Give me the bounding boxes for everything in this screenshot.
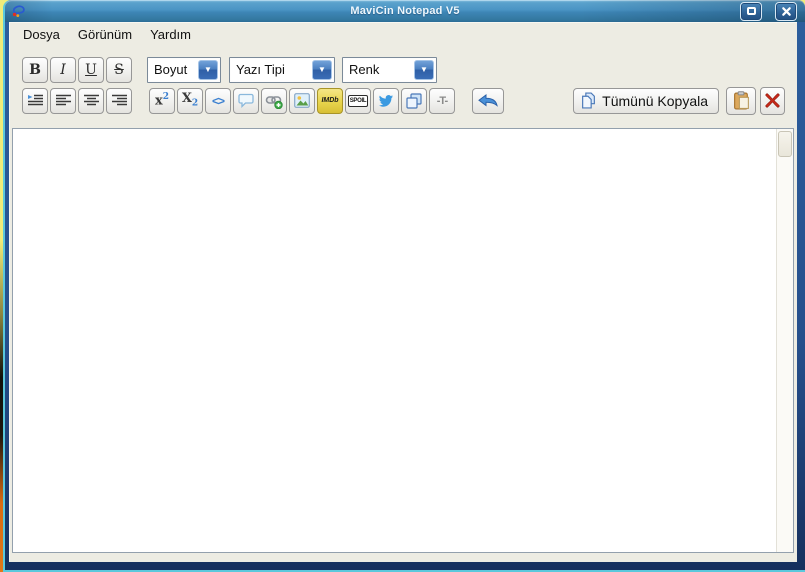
font-size-dropdown-button[interactable]: ▼ xyxy=(198,59,218,80)
menu-yardim[interactable]: Yardım xyxy=(141,24,200,45)
align-right-icon xyxy=(111,94,127,106)
back-arrow-icon xyxy=(478,93,498,107)
font-family-dropdown-button[interactable]: ▼ xyxy=(312,59,332,80)
vertical-scrollbar[interactable] xyxy=(776,129,793,552)
clear-all-button[interactable] xyxy=(760,86,785,115)
scrollbar-thumb[interactable] xyxy=(778,131,792,157)
insert-link-button[interactable] xyxy=(261,87,287,114)
link-icon xyxy=(265,95,283,109)
insert-image-button[interactable] xyxy=(289,87,315,114)
remove-format-icon: -T- xyxy=(436,94,448,107)
copy-pages-button[interactable] xyxy=(401,87,427,114)
quote-button[interactable] xyxy=(233,87,259,114)
format-toolbar: B I U S Boyut ▼ Yazı Tipi ▼ Renk ▼ xyxy=(9,56,797,83)
code-icon: <> xyxy=(211,93,225,108)
maximize-icon xyxy=(746,7,756,15)
window-body: Dosya Görünüm Yardım B I U S Boyut ▼ Yaz… xyxy=(9,22,797,562)
close-button[interactable] xyxy=(775,1,797,21)
code-button[interactable]: <> xyxy=(205,87,231,114)
font-size-value: Boyut xyxy=(154,62,188,77)
strikethrough-icon: S xyxy=(114,61,124,78)
align-center-icon xyxy=(83,94,99,106)
font-size-dropdown[interactable]: Boyut ▼ xyxy=(147,56,221,83)
insert-toolbar: x2 X2 <> IMDb SPOIL -T- Tümünü Kopyala xyxy=(9,86,797,115)
italic-button[interactable]: I xyxy=(50,56,76,83)
copy-pages-icon xyxy=(406,92,422,109)
maximize-button[interactable] xyxy=(740,1,762,21)
superscript-button[interactable]: x2 xyxy=(149,87,175,114)
font-color-dropdown[interactable]: Renk ▼ xyxy=(342,56,437,83)
imdb-button[interactable]: IMDb xyxy=(317,87,343,114)
undo-button[interactable] xyxy=(472,87,504,114)
image-icon xyxy=(294,93,310,108)
bold-icon: B xyxy=(29,61,41,78)
speech-bubble-icon xyxy=(238,93,254,108)
chevron-down-icon: ▼ xyxy=(318,64,326,74)
bold-button[interactable]: B xyxy=(22,56,48,83)
indent-icon xyxy=(27,94,43,106)
chevron-down-icon: ▼ xyxy=(420,64,428,74)
align-left-button[interactable] xyxy=(50,87,76,114)
align-left-icon xyxy=(55,94,71,106)
menu-gorunum[interactable]: Görünüm xyxy=(69,24,141,45)
close-icon xyxy=(781,6,791,16)
align-right-button[interactable] xyxy=(106,87,132,114)
subscript-button[interactable]: X2 xyxy=(177,87,203,114)
imdb-icon: IMDb xyxy=(321,97,339,104)
chevron-down-icon: ▼ xyxy=(204,64,212,74)
font-family-value: Yazı Tipi xyxy=(236,62,285,77)
clipboard-paste-icon xyxy=(733,91,749,110)
copy-all-label: Tümünü Kopyala xyxy=(602,92,708,109)
window-title: MaviCin Notepad V5 xyxy=(350,5,460,17)
editor-container xyxy=(12,128,794,553)
strikethrough-button[interactable]: S xyxy=(106,56,132,83)
copy-all-button[interactable]: Tümünü Kopyala xyxy=(573,87,719,114)
spoiler-icon: SPOIL xyxy=(347,94,369,107)
twitter-bird-icon xyxy=(378,94,393,107)
menu-dosya[interactable]: Dosya xyxy=(14,24,69,45)
indent-button[interactable] xyxy=(22,87,48,114)
remove-format-button[interactable]: -T- xyxy=(429,87,455,114)
italic-icon: I xyxy=(60,61,66,78)
font-color-value: Renk xyxy=(349,62,380,77)
paste-button[interactable] xyxy=(726,86,756,115)
menu-bar: Dosya Görünüm Yardım xyxy=(9,22,797,46)
titlebar[interactable]: MaviCin Notepad V5 xyxy=(5,0,805,22)
subscript-icon: X2 xyxy=(181,91,199,109)
app-window: MaviCin Notepad V5 Dosya Görünüm Yardım … xyxy=(3,0,805,572)
superscript-icon: x2 xyxy=(154,92,170,109)
underline-button[interactable]: U xyxy=(78,56,104,83)
editor-area[interactable] xyxy=(13,129,776,552)
align-center-button[interactable] xyxy=(78,87,104,114)
copy-document-icon xyxy=(582,92,596,109)
underline-icon: U xyxy=(85,61,97,78)
twitter-button[interactable] xyxy=(373,87,399,114)
spoiler-button[interactable]: SPOIL xyxy=(345,87,371,114)
red-x-icon xyxy=(765,93,780,108)
app-logo-icon xyxy=(12,4,25,17)
font-color-dropdown-button[interactable]: ▼ xyxy=(414,59,434,80)
font-family-dropdown[interactable]: Yazı Tipi ▼ xyxy=(229,56,335,83)
